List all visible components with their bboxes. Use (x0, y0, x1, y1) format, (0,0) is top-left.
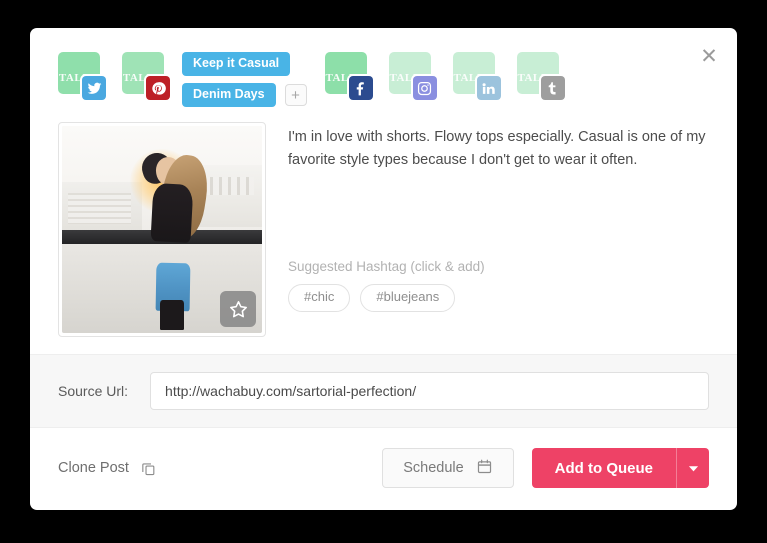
account-tumblr[interactable]: TALBO (516, 52, 565, 100)
tag-line-1: Keep it Casual (182, 52, 307, 77)
close-icon[interactable]: ✕ (695, 42, 723, 70)
add-to-queue-button[interactable]: Add to Queue (531, 448, 709, 488)
schedule-button[interactable]: Schedule (382, 448, 514, 488)
add-to-queue-label: Add to Queue (554, 459, 653, 477)
post-composer-modal: ✕ TALBO TALBO Keep it Casual Denim Days … (30, 28, 737, 510)
schedule-label: Schedule (403, 460, 464, 476)
add-tag-button[interactable]: + (284, 84, 307, 107)
image-building-left (62, 181, 142, 232)
chevron-down-icon[interactable] (676, 448, 709, 488)
twitter-icon (82, 76, 106, 100)
account-strip: TALBO TALBO Keep it Casual Denim Days + … (30, 28, 737, 108)
screen: ✕ TALBO TALBO Keep it Casual Denim Days … (0, 0, 767, 543)
linkedin-icon (476, 76, 501, 100)
hashtag-pill-chic[interactable]: #chic (288, 283, 351, 312)
pinterest-icon (146, 76, 170, 100)
image-person-legs (160, 299, 184, 330)
source-url-input[interactable] (150, 372, 709, 410)
star-icon[interactable] (220, 291, 256, 327)
suggested-hashtag-list: #chic #bluejeans (288, 283, 709, 312)
copy-icon (140, 460, 157, 477)
account-twitter[interactable]: TALBO (58, 52, 106, 100)
tag-pill-keep-it-casual[interactable]: Keep it Casual (182, 52, 291, 77)
tumblr-icon (540, 76, 565, 100)
tag-pill-denim-days[interactable]: Denim Days (182, 83, 276, 108)
source-url-row: Source Url: (30, 354, 737, 428)
account-instagram[interactable]: TALBO (388, 52, 437, 100)
image-person-top (150, 182, 194, 243)
facebook-icon (348, 76, 373, 100)
post-text[interactable]: I'm in love with shorts. Flowy tops espe… (288, 126, 709, 173)
composer-footer: Clone Post Schedule Add to Queue (30, 428, 737, 488)
source-url-label: Source Url: (58, 383, 129, 399)
clone-post-button[interactable]: Clone Post (58, 460, 157, 477)
hashtag-pill-bluejeans[interactable]: #bluejeans (360, 283, 456, 312)
tag-line-2: Denim Days + (182, 83, 307, 108)
post-content-column: I'm in love with shorts. Flowy tops espe… (266, 122, 709, 337)
account-linkedin[interactable]: TALBO (452, 52, 501, 100)
account-facebook[interactable]: TALBO (324, 52, 373, 100)
calendar-icon (476, 458, 493, 479)
instagram-icon (412, 76, 437, 100)
account-pinterest[interactable]: TALBO (122, 52, 170, 100)
composer-body: I'm in love with shorts. Flowy tops espe… (30, 106, 737, 337)
post-image-thumbnail[interactable] (58, 122, 266, 337)
clone-post-label: Clone Post (58, 460, 129, 476)
tag-group: Keep it Casual Denim Days + (182, 52, 307, 114)
suggested-hashtag-label: Suggested Hashtag (click & add) (288, 258, 485, 274)
